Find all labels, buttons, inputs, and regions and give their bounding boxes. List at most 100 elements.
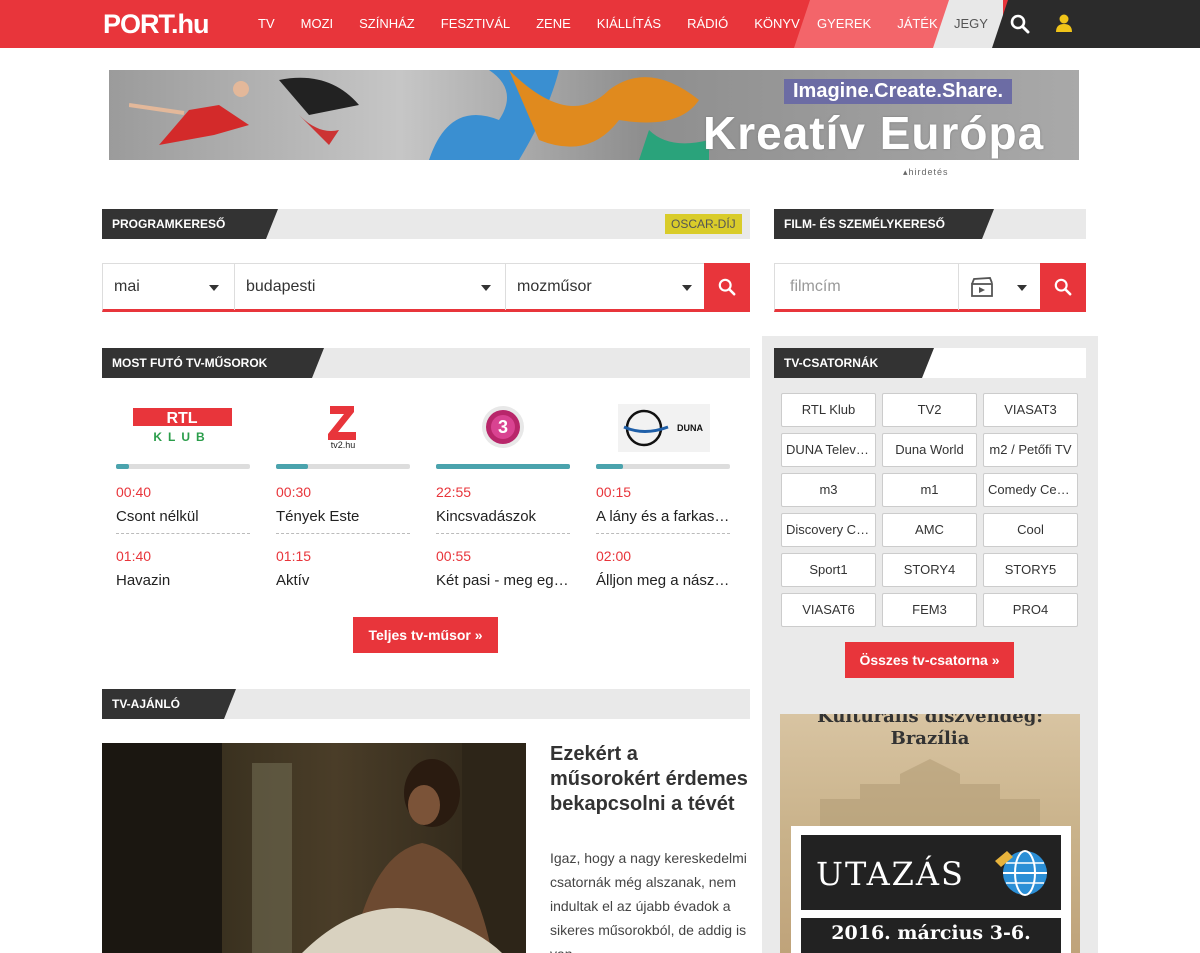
show-title[interactable]: Álljon meg a násznép! (596, 572, 730, 589)
nav-item-gyerek[interactable]: GYEREK (804, 0, 884, 48)
show-time: 02:00 (596, 548, 632, 564)
channel-button[interactable]: DUNA Televízió (781, 433, 876, 467)
nav-item-jegy[interactable]: JEGY (954, 0, 988, 48)
nav-item-tv[interactable]: TV (245, 0, 288, 48)
chevron-down-icon[interactable] (1017, 285, 1027, 291)
tv2-logo: tv2.hu (328, 406, 356, 450)
channel-button[interactable]: TV2 (882, 393, 977, 427)
search-icon (1054, 278, 1072, 296)
show-title[interactable]: Tények Este (276, 508, 410, 534)
section-title: TV-AJÁNLÓ (102, 689, 236, 719)
nav-menu: TV MOZI SZÍNHÁZ FESZTIVÁL ZENE KIÁLLÍTÁS… (245, 0, 813, 48)
film-search-header: FILM- ÉS SZEMÉLYKERESŐ (774, 209, 1086, 239)
channel-grid: RTL Klub TV2 VIASAT3 DUNA Televízió Duna… (781, 393, 1078, 627)
ad-banner[interactable]: Imagine.Create.Share. Kreatív Európa (109, 70, 1079, 160)
channel-button[interactable]: Comedy Central (983, 473, 1078, 507)
section-title: PROGRAMKERESŐ (102, 209, 278, 239)
show-title[interactable]: Kincsvadászok (436, 508, 570, 534)
nav-item-fesztival[interactable]: FESZTIVÁL (428, 0, 523, 48)
banner-tagline: Imagine.Create.Share. (784, 79, 1013, 104)
ad-guest-heading: Kulturális díszvendég: Brazília (780, 714, 1080, 750)
channel-button[interactable]: PRO4 (983, 593, 1078, 627)
tv-channels-header: TV-CSATORNÁK (774, 348, 1086, 378)
type-select-value: mozműsor (517, 278, 592, 295)
svg-text:3: 3 (498, 417, 508, 437)
ad-title: UTAZÁS (816, 855, 965, 893)
user-icon[interactable] (1054, 13, 1074, 33)
svg-text:KLUB: KLUB (153, 430, 210, 444)
section-title: FILM- ÉS SZEMÉLYKERESŐ (774, 209, 994, 239)
show-title[interactable]: Aktív (276, 572, 410, 589)
all-channels-button[interactable]: Összes tv-csatorna » (845, 642, 1014, 678)
channel-button[interactable]: STORY4 (882, 553, 977, 587)
ad-date-panel: 2016. március 3-6. (801, 918, 1061, 953)
show-time: 22:55 (436, 484, 472, 500)
nav-item-szinhaz[interactable]: SZÍNHÁZ (346, 0, 428, 48)
channel-button[interactable]: Sport1 (781, 553, 876, 587)
show-time: 00:15 (596, 484, 632, 500)
dancer-image (129, 77, 359, 145)
film-clapper-icon[interactable] (971, 277, 993, 297)
search-icon[interactable] (1010, 14, 1030, 34)
film-search-button[interactable] (1040, 263, 1086, 312)
search-icon (718, 278, 736, 296)
recommend-title[interactable]: Ezekért a műsorokért érdemes bekapcsolni… (550, 742, 750, 817)
section-title: MOST FUTÓ TV-MŰSOROK (102, 348, 324, 378)
site-logo[interactable]: PORT.hu (103, 9, 209, 40)
chevron-down-icon (209, 285, 219, 291)
channel-button[interactable]: m3 (781, 473, 876, 507)
channel-button[interactable]: Cool (983, 513, 1078, 547)
channel-button[interactable]: VIASAT3 (983, 393, 1078, 427)
channel-button[interactable]: RTL Klub (781, 393, 876, 427)
progress-fill (116, 464, 130, 469)
show-time: 00:55 (436, 548, 472, 564)
nav-item-mozi[interactable]: MOZI (288, 0, 347, 48)
show-title[interactable]: Csont nélkül (116, 508, 250, 534)
type-select[interactable]: mozműsor (506, 264, 705, 310)
nav-item-kiallitas[interactable]: KIÁLLÍTÁS (584, 0, 674, 48)
city-select[interactable]: budapesti (235, 264, 506, 310)
program-search-bar: mai budapesti mozműsor (102, 263, 750, 312)
show-time: 00:30 (276, 484, 312, 500)
channel-button[interactable]: m1 (882, 473, 977, 507)
channel-button[interactable]: FEM3 (882, 593, 977, 627)
recommend-photo[interactable] (102, 743, 526, 953)
program-search-header: PROGRAMKERESŐ (102, 209, 750, 239)
svg-text:DUNA: DUNA (677, 423, 703, 433)
tv-recommend-header: TV-AJÁNLÓ (102, 689, 750, 719)
channel-button[interactable]: STORY5 (983, 553, 1078, 587)
show-time: 01:40 (116, 548, 152, 564)
channel-button[interactable]: m2 / Petőfi TV (983, 433, 1078, 467)
full-tv-schedule-button[interactable]: Teljes tv-műsor » (353, 617, 498, 653)
channel-button[interactable]: Duna World (882, 433, 977, 467)
nav-kids-menu: GYEREK JÁTÉK (804, 0, 951, 48)
show-title[interactable]: Havazin (116, 572, 250, 589)
progress-bar (116, 464, 250, 469)
program-search-button[interactable] (704, 263, 750, 312)
channel-button[interactable]: Discovery Channel (781, 513, 876, 547)
show-title[interactable]: Két pasi - meg egy kicsi (436, 572, 570, 589)
progress-fill (596, 464, 623, 469)
banner-headline: Kreatív Európa (703, 107, 1045, 159)
globe-icon (995, 850, 1047, 896)
oscar-badge[interactable]: OSCAR-DÍJ (665, 214, 742, 234)
recommend-text: Igaz, hogy a nagy kereskedelmi csatornák… (550, 850, 747, 953)
channel-button[interactable]: AMC (882, 513, 977, 547)
duna-logo: DUNA (618, 404, 710, 452)
day-select-value: mai (114, 278, 140, 295)
progress-bar (436, 464, 570, 469)
nav-item-zene[interactable]: ZENE (523, 0, 584, 48)
tv3-logo: 3 (482, 406, 524, 448)
film-search-input[interactable] (775, 264, 959, 310)
ad-line-2: Brazília (890, 728, 970, 749)
channel-button[interactable]: VIASAT6 (781, 593, 876, 627)
parliament-illustration (820, 759, 1040, 829)
day-select[interactable]: mai (103, 264, 235, 310)
paint-splash-image (429, 70, 709, 160)
show-title[interactable]: A lány és a farkasok (596, 508, 730, 534)
progress-bar (276, 464, 410, 469)
svg-text:RTL: RTL (166, 410, 197, 427)
city-select-value: budapesti (246, 278, 316, 295)
nav-item-radio[interactable]: RÁDIÓ (674, 0, 741, 48)
travel-ad[interactable]: Kulturális díszvendég: Brazília UTAZÁS 2… (780, 714, 1080, 953)
